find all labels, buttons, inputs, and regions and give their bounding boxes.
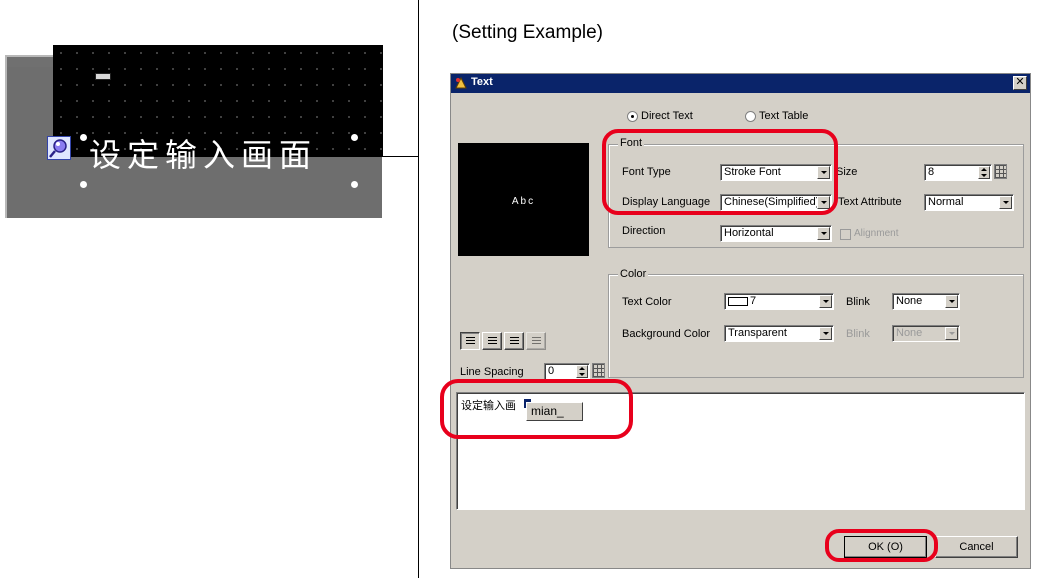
dropdown-arrow-icon[interactable] (819, 295, 832, 308)
text-tool-icon (454, 76, 468, 90)
text-color-label: Text Color (622, 296, 672, 308)
direction-label: Direction (622, 225, 666, 237)
cancel-button[interactable]: Cancel (935, 536, 1018, 558)
dialog-title: Text (471, 76, 493, 88)
size-field[interactable]: 8 (924, 164, 992, 181)
direct-text-label: Direct Text (641, 110, 693, 122)
text-blink-select[interactable]: None (892, 293, 960, 310)
font-highlight-oval (602, 129, 838, 215)
direction-value: Horizontal (724, 227, 774, 239)
align-left-icon[interactable] (460, 332, 480, 350)
dropdown-arrow-icon[interactable] (945, 295, 958, 308)
background-color-label: Background Color (622, 328, 711, 340)
alignment-checkbox[interactable] (840, 229, 851, 240)
text-attribute-select[interactable]: Normal (924, 194, 1014, 211)
minimize-icon[interactable] (95, 73, 111, 80)
preview-sample-text: Abc (511, 196, 536, 207)
keypad-icon[interactable] (994, 164, 1007, 179)
direct-text-radio[interactable] (627, 111, 638, 122)
size-label: Size (836, 166, 858, 178)
alignment-label: Alignment (854, 228, 899, 239)
text-table-label: Text Table (759, 110, 809, 122)
text-attribute-label: Text Attribute (838, 196, 902, 208)
dropdown-arrow-icon[interactable] (819, 327, 832, 340)
selection-handle[interactable] (80, 134, 87, 141)
align-center-icon[interactable] (482, 332, 502, 350)
text-blink-label: Blink (846, 296, 870, 308)
keypad-icon[interactable] (592, 363, 605, 378)
color-swatch (728, 296, 748, 306)
text-input-highlight-oval (440, 379, 633, 439)
divider (418, 0, 419, 578)
align-right-icon[interactable] (504, 332, 524, 350)
spin-icon[interactable] (576, 365, 588, 378)
background-blink-select: None (892, 325, 960, 342)
line-spacing-value: 0 (548, 365, 555, 377)
color-group-label: Color (618, 268, 649, 280)
text-attribute-value: Normal (928, 196, 964, 208)
selection-handle[interactable] (80, 181, 87, 188)
dropdown-arrow-icon (945, 327, 958, 340)
dropdown-arrow-icon[interactable] (999, 196, 1012, 209)
selection-handle[interactable] (351, 181, 358, 188)
callout-line (382, 156, 419, 157)
line-spacing-field[interactable]: 0 (544, 363, 590, 380)
setting-example-caption: (Setting Example) (452, 22, 604, 43)
selection-handle[interactable] (351, 134, 358, 141)
dropdown-arrow-icon[interactable] (817, 227, 830, 240)
size-value: 8 (928, 166, 935, 178)
text-blink-value: None (896, 295, 923, 307)
text-preview: Abc (458, 143, 589, 256)
background-blink-value: None (896, 327, 923, 339)
dialog-titlebar[interactable]: Text ✕ (451, 74, 1030, 93)
background-color-select[interactable]: Transparent (724, 325, 834, 342)
text-color-value: 7 (750, 295, 757, 307)
background-blink-label: Blink (846, 328, 870, 340)
editor-text-object[interactable]: 设定输入画面 (89, 130, 317, 176)
text-table-radio[interactable] (745, 111, 756, 122)
ok-highlight-oval (825, 529, 938, 562)
align-justify-icon (526, 332, 546, 350)
background-color-value: Transparent (728, 327, 787, 339)
close-icon[interactable]: ✕ (1013, 76, 1027, 90)
spin-icon[interactable] (978, 166, 990, 179)
line-spacing-label: Line Spacing (460, 366, 524, 378)
direction-select[interactable]: Horizontal (720, 225, 832, 242)
text-color-select[interactable]: 7 (724, 293, 834, 310)
magnifier-icon[interactable] (47, 136, 71, 160)
